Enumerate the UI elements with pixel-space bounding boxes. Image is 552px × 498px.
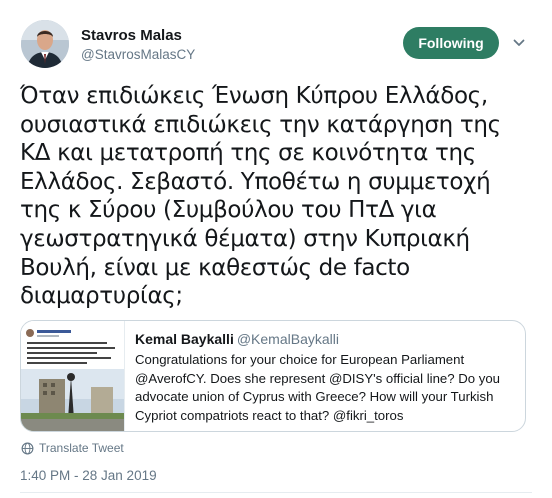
tweet-text: Όταν επιδιώκεις Ένωση Κύπρου Ελλάδος, ου… [20, 82, 532, 311]
quoted-tweet-text-line: Cypriot compatriots react to that? @fikr… [135, 407, 404, 423]
author-handle[interactable]: @StavrosMalasCY [81, 46, 195, 64]
quoted-tweet-header: Kemal Baykalli @KemalBaykalli [135, 330, 515, 348]
tweet-header: Stavros Malas @StavrosMalasCY Following [21, 20, 537, 70]
tweet-text-line: της κ Σύρου (Συμβούλου του ΠτΔ για [20, 197, 437, 224]
tweet-timestamp[interactable]: 1:40 PM - 28 Jan 2019 [20, 468, 157, 483]
quoted-author-handle: @KemalBaykalli [236, 331, 339, 347]
screenshot-thumbnail [21, 321, 124, 431]
tweet-text-line: ΚΔ και μετατροπή της σε κοινότητα της [20, 140, 476, 167]
translate-tweet-label: Translate Tweet [39, 441, 124, 455]
author-display-name[interactable]: Stavros Malas [81, 26, 195, 45]
quoted-tweet-text: Congratulations for your choice for Euro… [135, 351, 515, 425]
author-avatar[interactable] [21, 20, 69, 68]
tweet-text-line: ουσιαστικά επιδιώκεις την κατάργηση της [20, 111, 501, 138]
divider [20, 492, 532, 493]
tweet-text-line: Βουλή, είναι με καθεστώς de facto [20, 254, 410, 281]
tweet-text-line: Όταν επιδιώκεις Ένωση Κύπρου Ελλάδος, [20, 83, 488, 109]
avatar-photo [21, 20, 69, 68]
quoted-tweet[interactable]: Kemal Baykalli @KemalBaykalli Congratulat… [20, 320, 526, 432]
translate-tweet-link[interactable]: Translate Tweet [21, 441, 124, 455]
tweet-text-line: Ελλάδος. Σεβαστό. Υποθέτω η συμμετοχή [20, 168, 491, 195]
quoted-author-name: Kemal Baykalli [135, 331, 234, 347]
quoted-tweet-text-line: @AverofCY. Does she represent @DISY's of… [135, 370, 501, 386]
chevron-down-icon[interactable] [512, 36, 526, 50]
quoted-tweet-text-line: Congratulations for your choice for Euro… [135, 352, 465, 367]
tweet-text-line: διαμαρτυρίας; [20, 283, 183, 310]
globe-icon [21, 442, 34, 454]
quoted-tweet-body: Kemal Baykalli @KemalBaykalli Congratulat… [135, 330, 515, 425]
quoted-tweet-media[interactable] [21, 321, 125, 431]
tweet-text-line: γεωστρατηγικά θέματα) στην Κυπριακή [20, 225, 470, 252]
following-button[interactable]: Following [403, 27, 499, 59]
author-names: Stavros Malas @StavrosMalasCY [81, 26, 195, 64]
quoted-tweet-text-line: advocate union of Cyprus with Greece? Ho… [135, 389, 494, 404]
